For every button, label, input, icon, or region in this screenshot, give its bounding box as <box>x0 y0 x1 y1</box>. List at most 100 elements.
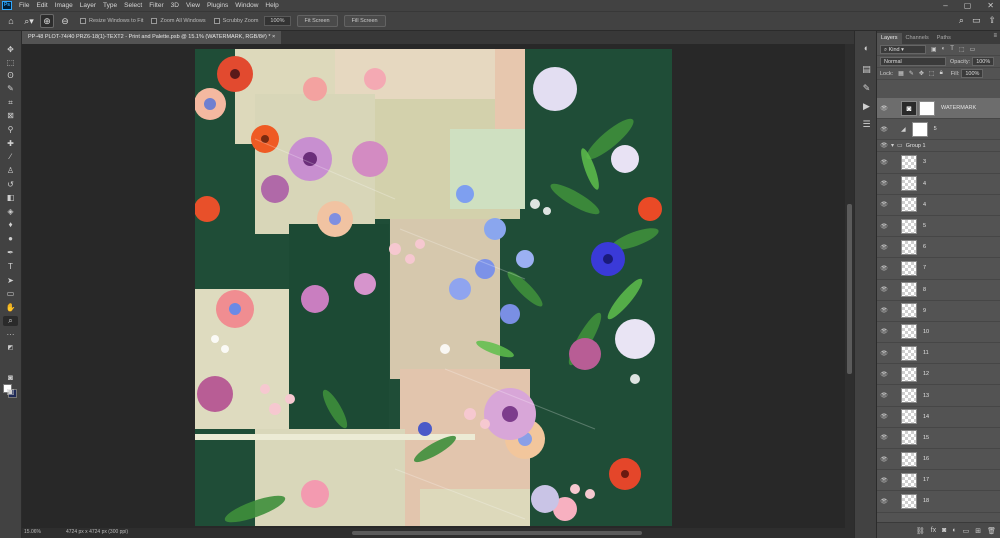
quick-select-tool-icon[interactable]: ✎ <box>3 84 18 94</box>
eye-icon[interactable]: 👁︎ <box>877 223 891 230</box>
zoom-percent-field[interactable]: 100% <box>264 16 291 26</box>
layer-name[interactable]: 3 <box>923 159 926 165</box>
layer-name[interactable]: 13 <box>923 393 929 399</box>
layer-row[interactable]: 👁︎ 7 <box>877 258 1000 280</box>
eye-icon[interactable]: 👁︎ <box>877 328 891 335</box>
layer-row[interactable]: 👁︎ ◢ 5 <box>877 119 1000 141</box>
shape-tool-icon[interactable]: ▭ <box>3 289 18 299</box>
blend-mode-select[interactable]: Normal <box>880 57 946 66</box>
canvas-area[interactable] <box>22 44 845 528</box>
new-layer-icon[interactable]: ⊞ <box>975 527 981 535</box>
status-zoom[interactable]: 15.06% <box>24 529 41 535</box>
layer-name[interactable]: 9 <box>923 308 926 314</box>
layer-row[interactable]: 👁︎ 5 <box>877 216 1000 238</box>
filter-smart-icon[interactable]: ▭ <box>970 46 976 53</box>
learn-icon[interactable]: ◐ <box>861 43 872 54</box>
eye-icon[interactable]: 👁︎ <box>877 159 891 166</box>
menu-image[interactable]: Image <box>55 2 73 9</box>
menu-view[interactable]: View <box>186 2 200 9</box>
fill-screen-button[interactable]: Fill Screen <box>343 15 386 27</box>
adjustments-icon[interactable]: ▤ <box>861 64 872 75</box>
link-layers-icon[interactable]: ⛓︎ <box>916 527 925 535</box>
layer-row[interactable]: 👁︎ 16 <box>877 449 1000 471</box>
eye-icon[interactable]: 👁︎ <box>877 371 891 378</box>
type-tool-icon[interactable]: T <box>3 262 18 272</box>
menu-help[interactable]: Help <box>265 2 278 9</box>
layer-name[interactable]: 17 <box>923 477 929 483</box>
layer-row[interactable]: 👁︎ 14 <box>877 407 1000 428</box>
layer-row[interactable]: 👁︎ 11 <box>877 343 1000 365</box>
layer-name[interactable]: WATERMARK <box>941 105 976 111</box>
layer-row[interactable]: 👁︎ 17 <box>877 470 1000 492</box>
menu-layer[interactable]: Layer <box>80 2 96 9</box>
healing-brush-tool-icon[interactable]: ✚ <box>3 139 18 149</box>
swatches-icon[interactable]: ✎ <box>861 83 872 94</box>
vertical-scroll-thumb[interactable] <box>847 204 852 374</box>
layer-row[interactable]: 👁︎ 10 <box>877 322 1000 344</box>
eye-icon[interactable]: 👁︎ <box>877 180 891 187</box>
filter-kind-select[interactable]: ⌕ Kind ▾ <box>880 45 926 54</box>
eye-icon[interactable]: 👁︎ <box>877 350 891 357</box>
layer-name[interactable]: 15 <box>923 435 929 441</box>
home-icon[interactable]: ⌂ <box>4 14 18 28</box>
layer-row[interactable]: 👁︎ 4 <box>877 174 1000 195</box>
layer-group-row[interactable]: 👁︎ ▾ ▭ Group 1 <box>877 140 1000 153</box>
dodge-tool-icon[interactable]: ● <box>3 234 18 244</box>
layer-row[interactable]: 👁︎ 8 <box>877 280 1000 301</box>
layer-row[interactable]: 👁︎ 15 <box>877 428 1000 449</box>
filter-type-icon[interactable]: T <box>950 46 954 53</box>
layer-name[interactable]: 11 <box>923 350 929 356</box>
eye-icon[interactable]: 👁︎ <box>877 498 891 505</box>
zoom-in-icon[interactable]: ⊕ <box>40 14 54 28</box>
resize-windows-checkbox[interactable]: Resize Windows to Fit <box>80 18 143 24</box>
play-actions-icon[interactable]: ▶ <box>861 101 872 112</box>
minimize-icon[interactable]: – <box>943 1 947 10</box>
layer-row[interactable]: 👁︎ ◙ WATERMARK <box>877 98 1000 120</box>
lock-all-icon[interactable]: 🔒︎ <box>940 70 943 77</box>
maximize-icon[interactable]: ▢ <box>964 1 972 10</box>
trash-icon[interactable]: 🗑︎ <box>987 527 996 535</box>
default-colors-icon[interactable]: ◩ <box>3 343 18 353</box>
clone-stamp-tool-icon[interactable]: ♙ <box>3 166 18 176</box>
menu-3d[interactable]: 3D <box>171 2 179 9</box>
tab-layers[interactable]: Layers <box>877 33 902 44</box>
marquee-tool-icon[interactable]: ⬚ <box>3 58 18 68</box>
eye-icon[interactable]: 👁︎ <box>877 105 891 112</box>
layer-style-icon[interactable]: fx <box>931 527 936 534</box>
status-doc-size[interactable]: 4724 px x 4724 px (300 ppi) <box>66 529 128 535</box>
eye-icon[interactable]: 👁︎ <box>877 456 891 463</box>
eye-icon[interactable]: 👁︎ <box>877 434 891 441</box>
menu-filter[interactable]: Filter <box>149 2 163 9</box>
fill-field[interactable]: 100% <box>961 69 984 78</box>
workspace-icon[interactable]: ▭ <box>972 15 981 26</box>
eye-icon[interactable]: 👁︎ <box>877 126 891 133</box>
eye-icon[interactable]: 👁︎ <box>877 413 891 420</box>
scrubby-zoom-checkbox[interactable]: Scrubby Zoom <box>213 18 258 24</box>
tab-channels[interactable]: Channels <box>902 33 933 44</box>
layer-name[interactable]: 10 <box>923 329 929 335</box>
chevron-down-icon[interactable]: ▾ <box>891 142 894 149</box>
filter-adjust-icon[interactable]: ◐ <box>942 46 946 53</box>
menu-file[interactable]: File <box>19 2 29 9</box>
hand-tool-icon[interactable]: ✋ <box>3 303 18 313</box>
brush-tool-icon[interactable]: ∕ <box>3 152 18 162</box>
adjustment-layer-add-icon[interactable]: ◐ <box>952 527 956 534</box>
layer-row[interactable]: 👁︎ 12 <box>877 364 1000 386</box>
layer-row[interactable]: 👁︎ 18 <box>877 491 1000 513</box>
more-tools-icon[interactable]: ··· <box>3 330 18 340</box>
eye-icon[interactable]: 👁︎ <box>877 392 891 399</box>
horizontal-scrollbar[interactable]: 15.06% 4724 px x 4724 px (300 ppi) <box>22 528 854 538</box>
frame-tool-icon[interactable]: ⊠ <box>3 111 18 121</box>
filter-shape-icon[interactable]: ⬚ <box>959 46 965 53</box>
filter-pixel-icon[interactable]: ▣ <box>931 46 937 53</box>
crop-tool-icon[interactable]: ⌗ <box>3 98 18 108</box>
layer-name[interactable]: 16 <box>923 456 929 462</box>
eye-icon[interactable]: 👁︎ <box>877 307 891 314</box>
new-group-icon[interactable]: ▭ <box>963 527 970 535</box>
layer-row[interactable]: 👁︎ 3 <box>877 152 1000 174</box>
eye-icon[interactable]: 👁︎ <box>877 244 891 251</box>
layer-name[interactable]: 5 <box>934 126 937 132</box>
lock-paint-icon[interactable]: ✎ <box>909 70 914 77</box>
layer-name[interactable]: 5 <box>923 223 926 229</box>
share-icon[interactable]: ⇪ <box>988 15 996 26</box>
